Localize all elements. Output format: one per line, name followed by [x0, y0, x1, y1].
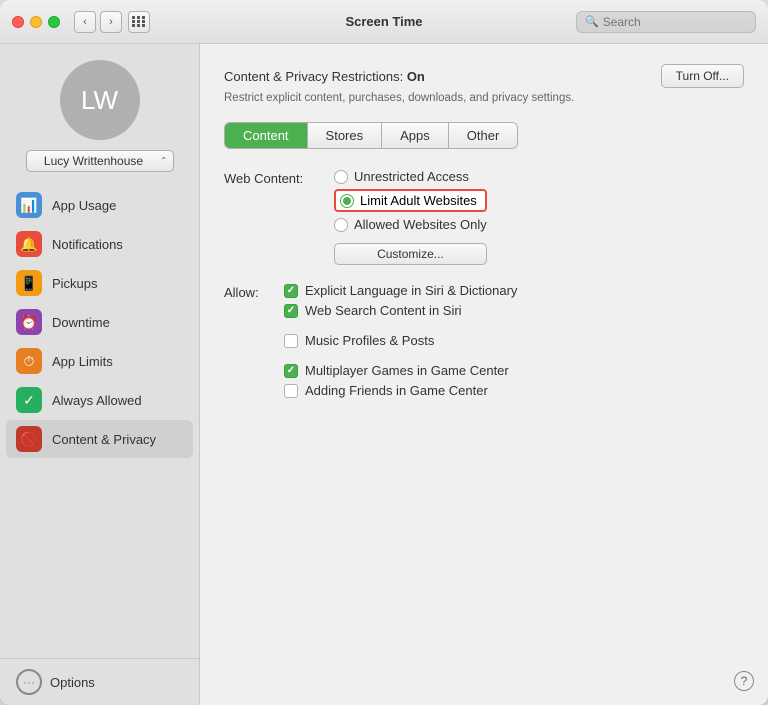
content-header: Content & Privacy Restrictions: On Turn …	[224, 64, 744, 104]
sidebar-footer: ··· Options	[0, 658, 199, 705]
sidebar-item-downtime[interactable]: ⏰ Downtime	[6, 303, 193, 341]
radio-unrestricted[interactable]: Unrestricted Access	[334, 169, 487, 184]
nav-buttons: ‹ ›	[74, 11, 122, 33]
sidebar-item-app-limits[interactable]: ⏱ App Limits	[6, 342, 193, 380]
checkbox-adding-friends[interactable]: Adding Friends in Game Center	[284, 383, 517, 398]
turn-off-button[interactable]: Turn Off...	[661, 64, 744, 88]
checkboxes: Explicit Language in Siri & Dictionary W…	[284, 283, 517, 398]
radio-limit-adult-highlighted[interactable]: Limit Adult Websites	[334, 189, 487, 212]
checkbox-label-explicit-lang: Explicit Language in Siri & Dictionary	[305, 283, 517, 298]
sidebar-item-app-usage[interactable]: 📊 App Usage	[6, 186, 193, 224]
titlebar: ‹ › Screen Time 🔍	[0, 0, 768, 44]
tab-stores[interactable]: Stores	[308, 123, 383, 148]
content-wrapper: Content & Privacy Restrictions: On Turn …	[200, 44, 768, 705]
sidebar-label-app-usage: App Usage	[52, 198, 116, 213]
tab-other[interactable]: Other	[449, 123, 518, 148]
content-title: Content & Privacy Restrictions: On	[224, 69, 425, 84]
sidebar-item-notifications[interactable]: 🔔 Notifications	[6, 225, 193, 263]
app-limits-icon: ⏱	[16, 348, 42, 374]
user-section: LW Lucy Writtenhouse ⌃	[0, 60, 199, 172]
search-icon: 🔍	[585, 15, 599, 28]
avatar: LW	[60, 60, 140, 140]
radio-btn-unrestricted[interactable]	[334, 170, 348, 184]
back-button[interactable]: ‹	[74, 11, 96, 33]
checkbox-btn-multiplayer[interactable]	[284, 364, 298, 378]
title-status: On	[407, 69, 425, 84]
title-prefix: Content & Privacy Restrictions:	[224, 69, 403, 84]
radio-label-allowed-only: Allowed Websites Only	[354, 217, 487, 232]
options-icon[interactable]: ···	[16, 669, 42, 695]
sidebar-item-pickups[interactable]: 📱 Pickups	[6, 264, 193, 302]
tab-content[interactable]: Content	[225, 123, 308, 148]
grid-icon	[132, 16, 146, 27]
downtime-icon: ⏰	[16, 309, 42, 335]
grid-button[interactable]	[128, 11, 150, 33]
radio-btn-allowed-only[interactable]	[334, 218, 348, 232]
checkbox-label-web-search: Web Search Content in Siri	[305, 303, 462, 318]
forward-button[interactable]: ›	[100, 11, 122, 33]
user-select[interactable]: Lucy Writtenhouse	[26, 150, 174, 172]
web-content-section: Web Content: Unrestricted Access Limit A…	[224, 169, 744, 265]
app-usage-icon: 📊	[16, 192, 42, 218]
content-title-row: Content & Privacy Restrictions: On Turn …	[224, 64, 744, 88]
content-privacy-icon: 🚫	[16, 426, 42, 452]
window-title: Screen Time	[345, 14, 422, 29]
content-subtitle: Restrict explicit content, purchases, do…	[224, 92, 744, 104]
close-button[interactable]	[12, 16, 24, 28]
sidebar: LW Lucy Writtenhouse ⌃ 📊 App Usage 🔔 Not…	[0, 44, 200, 705]
checkbox-btn-explicit-lang[interactable]	[284, 284, 298, 298]
window: ‹ › Screen Time 🔍 LW Lucy Writtenhouse	[0, 0, 768, 705]
maximize-button[interactable]	[48, 16, 60, 28]
minimize-button[interactable]	[30, 16, 42, 28]
traffic-lights	[12, 16, 60, 28]
user-select-wrapper: Lucy Writtenhouse ⌃	[26, 150, 174, 172]
content-area: Content & Privacy Restrictions: On Turn …	[200, 44, 768, 705]
checkbox-web-search[interactable]: Web Search Content in Siri	[284, 303, 517, 318]
tab-apps[interactable]: Apps	[382, 123, 449, 148]
always-allowed-icon: ✓	[16, 387, 42, 413]
sidebar-label-notifications: Notifications	[52, 237, 123, 252]
checkbox-btn-music-profiles[interactable]	[284, 334, 298, 348]
main-layout: LW Lucy Writtenhouse ⌃ 📊 App Usage 🔔 Not…	[0, 44, 768, 705]
checkbox-btn-web-search[interactable]	[284, 304, 298, 318]
sidebar-nav: 📊 App Usage 🔔 Notifications 📱 Pickups ⏰ …	[0, 186, 199, 658]
checkbox-btn-adding-friends[interactable]	[284, 384, 298, 398]
pickups-icon: 📱	[16, 270, 42, 296]
search-box[interactable]: 🔍	[576, 11, 756, 33]
radio-label-limit-adult: Limit Adult Websites	[360, 193, 477, 208]
sidebar-label-app-limits: App Limits	[52, 354, 113, 369]
checkbox-label-music-profiles: Music Profiles & Posts	[305, 333, 434, 348]
allow-label: Allow:	[224, 283, 274, 300]
sidebar-label-always-allowed: Always Allowed	[52, 393, 142, 408]
sidebar-label-downtime: Downtime	[52, 315, 110, 330]
help-button[interactable]: ?	[734, 671, 754, 691]
options-label: Options	[50, 675, 95, 690]
checkbox-explicit-lang[interactable]: Explicit Language in Siri & Dictionary	[284, 283, 517, 298]
sidebar-label-pickups: Pickups	[52, 276, 98, 291]
checkbox-music-profiles[interactable]: Music Profiles & Posts	[284, 333, 517, 348]
customize-button[interactable]: Customize...	[334, 243, 487, 265]
sidebar-label-content-privacy: Content & Privacy	[52, 432, 156, 447]
radio-label-unrestricted: Unrestricted Access	[354, 169, 469, 184]
notifications-icon: 🔔	[16, 231, 42, 257]
tabs-row: Content Stores Apps Other	[224, 122, 518, 149]
radio-options: Unrestricted Access Limit Adult Websites…	[334, 169, 487, 265]
radio-btn-limit-adult[interactable]	[340, 194, 354, 208]
allow-section: Allow: Explicit Language in Siri & Dicti…	[224, 283, 744, 398]
sidebar-item-content-privacy[interactable]: 🚫 Content & Privacy	[6, 420, 193, 458]
checkbox-label-adding-friends: Adding Friends in Game Center	[305, 383, 488, 398]
sidebar-item-always-allowed[interactable]: ✓ Always Allowed	[6, 381, 193, 419]
checkbox-label-multiplayer: Multiplayer Games in Game Center	[305, 363, 509, 378]
checkbox-multiplayer[interactable]: Multiplayer Games in Game Center	[284, 363, 517, 378]
search-input[interactable]	[603, 15, 747, 29]
web-content-label: Web Content:	[224, 169, 324, 186]
radio-allowed-only[interactable]: Allowed Websites Only	[334, 217, 487, 232]
